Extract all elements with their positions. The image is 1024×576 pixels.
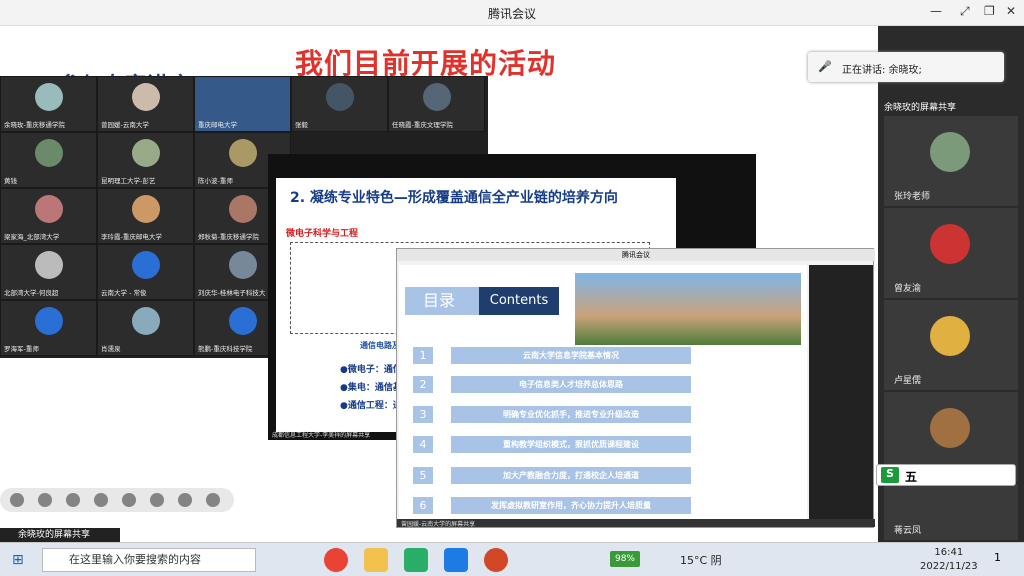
grid-tile[interactable]: 北部湾大学-何良超 (0, 244, 97, 300)
comment-icon[interactable] (150, 493, 164, 507)
grid-tile[interactable]: 李玲霞-重庆邮电大学 (97, 188, 194, 244)
grid-tile[interactable]: 云南大学 - 常俊 (97, 244, 194, 300)
toc-number: 1 (413, 347, 433, 364)
grid-tile[interactable]: 黄钱 (0, 132, 97, 188)
powerpoint-icon[interactable] (484, 548, 508, 572)
taskbar: ⊞ 在这里输入你要搜索的内容 98% 15°C 阴 16:41 2022/11/… (0, 542, 1024, 576)
bullet-3: ●通信工程：通 (340, 401, 402, 411)
prev-icon[interactable] (10, 493, 24, 507)
minimize-icon[interactable]: — (930, 4, 942, 18)
grid-tile[interactable]: 余晓玫-重庆移通学院 (0, 76, 97, 132)
speaking-indicator: 🎤 正在讲话: 余晓玫; (808, 52, 1004, 82)
speaking-text: 正在讲话: 余晓玫; (842, 65, 922, 76)
back-icon[interactable] (206, 493, 220, 507)
screenshare-tile-label: 余晓玫的屏幕共享 (884, 103, 957, 113)
toc-number: 3 (413, 406, 433, 423)
date: 2022/11/23 (920, 561, 978, 572)
toc-item: 电子信息类人才培养总体思路 (451, 376, 691, 393)
pen-icon[interactable] (66, 493, 80, 507)
nested-participant-strip (809, 265, 873, 521)
chrome-icon[interactable] (324, 548, 348, 572)
participant-tile[interactable]: 张玲老师 (884, 116, 1018, 206)
windows-start-icon[interactable]: ⊞ (12, 552, 24, 568)
weather[interactable]: 15°C 阴 (680, 552, 722, 568)
participant-tile[interactable]: 蒋云凤 (884, 484, 1018, 540)
toc-item: 加大产教融合力度，打通校企人培通道 (451, 467, 691, 484)
battery-indicator[interactable]: 98% (610, 551, 640, 567)
toc-number: 5 (413, 467, 433, 484)
sogou-icon: S (881, 467, 899, 483)
nested-share-3: 腾讯会议 目录 Contents 1 云南大学信息学院基本情况 2 电子信息类人… (396, 248, 875, 528)
grid-tile[interactable]: 任晓霞-重庆文理学院 (388, 76, 485, 132)
more-icon[interactable] (178, 493, 192, 507)
nested-slide-2-subtitle: 微电子科学与工程 (286, 229, 359, 239)
close-icon[interactable]: ✕ (1006, 4, 1016, 18)
toc-item: 明确专业优化抓手，推进专业升级改造 (451, 406, 691, 423)
grid-tile[interactable]: 昆明理工大学-彭艺 (97, 132, 194, 188)
grid-tile[interactable]: 梁家海_北部湾大学 (0, 188, 97, 244)
participant-tile[interactable]: 曾友渝 (884, 208, 1018, 298)
grid-tile[interactable]: 重庆邮电大学 (194, 76, 291, 132)
restore-icon[interactable]: ❐ (984, 4, 995, 18)
toc-number: 2 (413, 376, 433, 393)
nested-share-3-label: 曾园媛-云南大学的屏幕共享 (397, 519, 875, 528)
grid-tile[interactable]: 肖濡泉 (97, 300, 194, 356)
nested-title-bar: 腾讯会议 (397, 249, 875, 261)
annotation-toolbar (0, 488, 234, 512)
nested-slide-2-title: 2. 凝练专业特色—形成覆盖通信全产业链的培养方向 (290, 190, 618, 206)
participant-tile[interactable]: 卢星儒 (884, 300, 1018, 390)
bullet-2: ●集电：通信基 (340, 383, 402, 393)
circuit-caption: 通信电路及 (360, 341, 400, 350)
toc-number: 6 (413, 497, 433, 514)
notification-icon[interactable]: 1 (994, 551, 1001, 564)
toc-slide: 目录 Contents 1 云南大学信息学院基本情况 2 电子信息类人才培养总体… (399, 265, 807, 521)
tencent-meeting-icon[interactable] (444, 548, 468, 572)
clock[interactable]: 16:41 2022/11/23 (920, 546, 978, 574)
toc-heading-en: Contents (479, 287, 559, 315)
toc-item: 发挥虚拟教研室作用，齐心协力提升人培质量 (451, 497, 691, 514)
title-bar: 腾讯会议 — ⤢ ❐ ✕ (0, 0, 1024, 26)
toc-item: 云南大学信息学院基本情况 (451, 347, 691, 364)
fullscreen-icon[interactable]: ⤢ (960, 4, 970, 19)
play-icon[interactable] (38, 493, 52, 507)
window-title: 腾讯会议 (487, 7, 536, 21)
toc-number: 4 (413, 436, 433, 453)
campus-photo (575, 273, 801, 345)
file-explorer-icon[interactable] (364, 548, 388, 572)
bullet-1: ●微电子：通信 (340, 365, 402, 375)
wechat-icon[interactable] (404, 548, 428, 572)
time: 16:41 (934, 547, 964, 558)
toc-heading: 目录 (405, 287, 479, 315)
ime-toolbar[interactable]: S 五 (876, 464, 1016, 486)
grid-tile[interactable]: 曾园媛-云南大学 (97, 76, 194, 132)
grid-tile[interactable]: 罗海军-重师 (0, 300, 97, 356)
pointer-icon[interactable] (94, 493, 108, 507)
share-label: 余晓玫的屏幕共享 (0, 528, 120, 542)
mic-icon: 🎤 (818, 60, 832, 73)
toc-item: 重构教学组织模式，狠抓优质课程建设 (451, 436, 691, 453)
ime-mode[interactable]: 五 (905, 468, 917, 485)
camera-icon[interactable] (122, 493, 136, 507)
grid-tile[interactable]: 张毅 (291, 76, 388, 132)
taskbar-search[interactable]: 在这里输入你要搜索的内容 (42, 548, 256, 572)
